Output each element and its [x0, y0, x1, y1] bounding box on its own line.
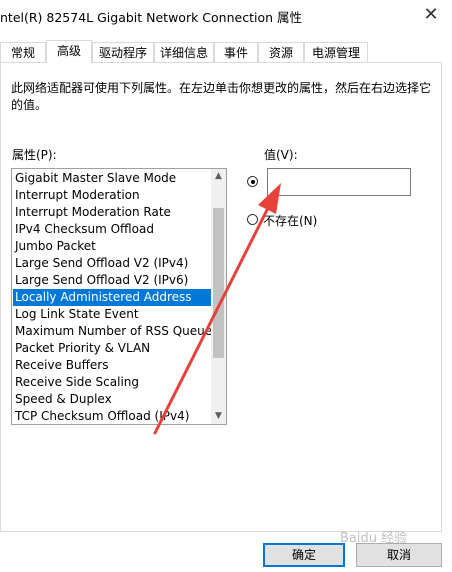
list-item[interactable]: Large Send Offload V2 (IPv4) [13, 255, 213, 272]
list-item[interactable]: Receive Side Scaling [13, 374, 213, 391]
description-text: 此网络适配器可使用下列属性。在左边单击你想更改的属性，然后在右边选择它的值。 [11, 81, 432, 112]
list-item[interactable]: Interrupt Moderation Rate [13, 204, 213, 221]
tab-advanced[interactable]: 高级 [46, 40, 92, 63]
radio-selected-dot [250, 179, 255, 184]
cancel-button[interactable]: 取消 [356, 543, 442, 567]
list-item[interactable]: IPv4 Checksum Offload [13, 221, 213, 238]
tab-driver[interactable]: 驱动程序 [92, 42, 154, 62]
value-radio[interactable] [247, 176, 258, 187]
list-item[interactable]: Interrupt Moderation [13, 187, 213, 204]
tab-power-management[interactable]: 电源管理 [304, 42, 368, 62]
scroll-down-icon[interactable]: ▼ [211, 409, 226, 424]
scroll-up-icon[interactable]: ▲ [211, 169, 226, 184]
close-button[interactable]: ✕ [416, 0, 446, 30]
list-item[interactable]: Maximum Number of RSS Queues [13, 323, 213, 340]
list-item[interactable]: Large Send Offload V2 (IPv6) [13, 272, 213, 289]
property-listbox[interactable]: Gigabit Master Slave Mode Interrupt Mode… [11, 168, 227, 425]
watermark: Baidu 经验 [340, 531, 408, 546]
value-label: 值(V): [264, 148, 298, 162]
list-item[interactable]: Log Link State Event [13, 306, 213, 323]
list-item[interactable]: Packet Priority & VLAN [13, 340, 213, 357]
network-adapter-properties-dialog: ntel(R) 82574L Gigabit Network Connectio… [0, 0, 452, 572]
list-item-selected[interactable]: Locally Administered Address [13, 289, 213, 306]
tab-strip: 常规 高级 驱动程序 详细信息 事件 资源 电源管理 [0, 40, 452, 63]
absent-radio[interactable] [247, 214, 258, 225]
list-item[interactable]: Speed & Duplex [13, 391, 213, 408]
tab-resources[interactable]: 资源 [258, 42, 304, 62]
window-title: ntel(R) 82574L Gigabit Network Connectio… [0, 10, 303, 25]
title-bar: ntel(R) 82574L Gigabit Network Connectio… [0, 0, 452, 32]
tab-details[interactable]: 详细信息 [154, 42, 214, 62]
listbox-scrollbar[interactable]: ▲ ▼ [211, 169, 226, 424]
close-icon: ✕ [423, 4, 439, 25]
list-item[interactable]: Gigabit Master Slave Mode [13, 170, 213, 187]
list-item[interactable]: Receive Buffers [13, 357, 213, 374]
list-item[interactable]: Jumbo Packet [13, 238, 213, 255]
tab-events[interactable]: 事件 [214, 42, 258, 62]
value-input[interactable] [267, 168, 411, 196]
list-item[interactable]: TCP Checksum Offload (IPv4) [13, 408, 213, 424]
scroll-thumb[interactable] [213, 208, 224, 358]
tab-general[interactable]: 常规 [0, 42, 46, 62]
ok-button[interactable]: 确定 [263, 543, 345, 567]
absent-label: 不存在(N) [263, 214, 318, 228]
property-label: 属性(P): [12, 148, 57, 162]
